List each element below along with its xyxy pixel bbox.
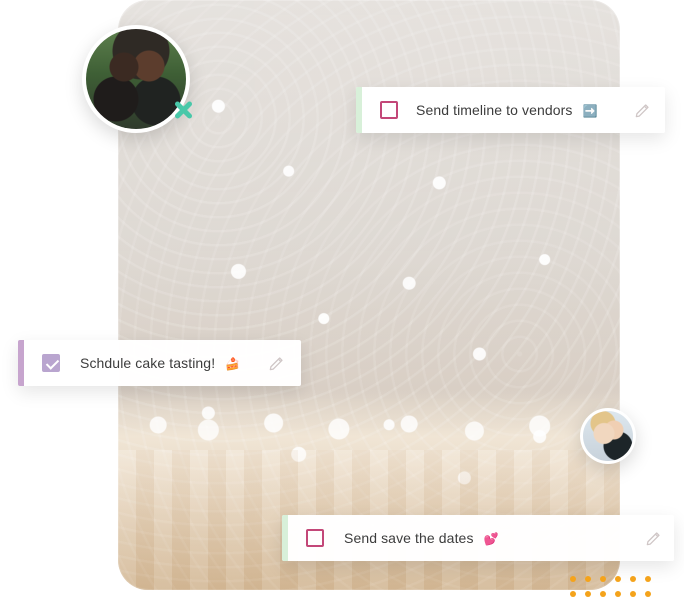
task-text-label: Schdule cake tasting!: [80, 354, 216, 371]
checkbox-checked-icon[interactable]: [42, 354, 60, 372]
task-text-send-timeline: Send timeline to vendors ➡️: [416, 102, 633, 118]
decorative-dot: [645, 591, 651, 597]
checkbox-empty-icon[interactable]: [380, 101, 398, 119]
couple-photo-small: [583, 411, 633, 461]
couple-avatar-small: [580, 408, 636, 464]
pencil-icon[interactable]: [633, 100, 653, 120]
pencil-icon[interactable]: [644, 528, 664, 548]
decorative-dot: [630, 576, 636, 582]
task-card-cake-tasting[interactable]: Schdule cake tasting! 🍰: [18, 340, 301, 386]
task-text-cake-tasting: Schdule cake tasting! 🍰: [80, 355, 267, 371]
wedding-planner-illustration: Send timeline to vendors ➡️ Schdule cake…: [0, 0, 684, 600]
task-text-save-the-dates: Send save the dates 💕: [344, 530, 644, 546]
decorative-dot: [585, 576, 591, 582]
decorative-dot: [585, 591, 591, 597]
checkbox-empty-icon[interactable]: [306, 529, 324, 547]
cake-emoji: 🍰: [225, 357, 241, 372]
task-text-label: Send timeline to vendors: [416, 101, 573, 118]
decorative-dot: [600, 576, 606, 582]
decorative-dot: [615, 591, 621, 597]
decorative-dot: [570, 591, 576, 597]
arrow-right-emoji: ➡️: [582, 104, 598, 119]
decorative-dot: [615, 576, 621, 582]
heart-emoji: 💕: [483, 532, 499, 547]
x-icon: [171, 98, 195, 122]
decorative-dot: [645, 576, 651, 582]
task-card-save-the-dates[interactable]: Send save the dates 💕: [282, 515, 674, 561]
decorative-dot-grid: [570, 576, 660, 600]
task-card-send-timeline[interactable]: Send timeline to vendors ➡️: [356, 87, 665, 133]
decorative-dot: [570, 576, 576, 582]
decorative-dot: [630, 591, 636, 597]
task-text-label: Send save the dates: [344, 529, 474, 546]
decorative-dot: [600, 591, 606, 597]
pencil-icon[interactable]: [267, 353, 287, 373]
